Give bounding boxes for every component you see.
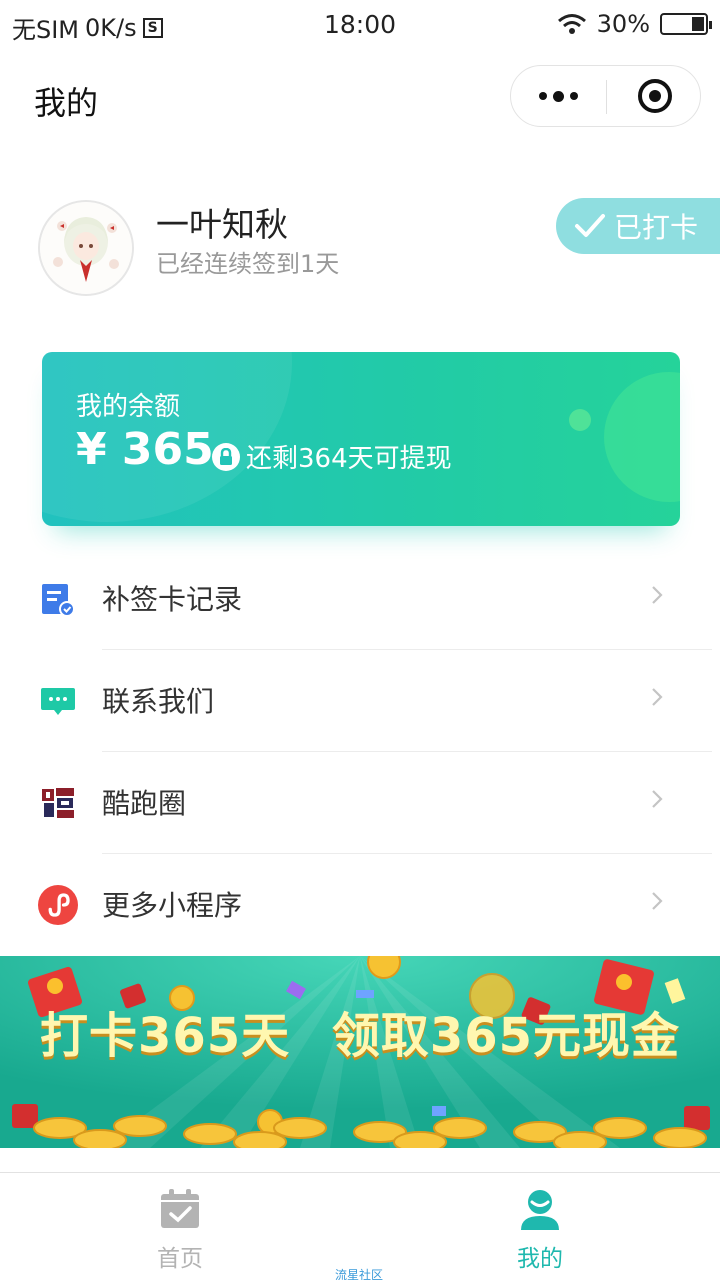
menu-item-contact-us[interactable]: 联系我们: [0, 650, 720, 752]
tab-mine[interactable]: 我的: [360, 1173, 720, 1280]
balance-amount: ¥ 365: [76, 424, 214, 475]
checked-in-button[interactable]: 已打卡: [556, 198, 720, 254]
withdraw-note: 还剩364天可提现: [212, 438, 452, 475]
menu-label: 补签卡记录: [102, 583, 243, 616]
user-name: 一叶知秋: [156, 205, 288, 244]
battery-percent: 30%: [596, 10, 650, 38]
page-title: 我的: [34, 84, 99, 122]
chevron-right-icon: [652, 586, 663, 604]
menu-item-more-mini-programs[interactable]: 更多小程序: [0, 854, 720, 956]
target-icon: [637, 79, 672, 113]
avatar-illustration: [40, 202, 132, 294]
dot-icon: [570, 92, 578, 100]
tab-mine-label: 我的: [517, 1246, 563, 1272]
bottom-tab-bar: 首页 我的: [0, 1172, 720, 1280]
lock-icon: [212, 442, 240, 471]
chevron-right-icon: [652, 790, 663, 808]
calendar-check-icon: [161, 1189, 199, 1228]
chat-icon: [41, 688, 75, 715]
decor-circle: [604, 372, 680, 502]
status-bar: 无SIM 0K/s S 18:00 30%: [0, 0, 720, 50]
withdraw-note-text: 还剩364天可提现: [246, 444, 452, 474]
banner-headline: 打卡365天 领取365元现金: [39, 1008, 681, 1064]
dot-icon: [539, 92, 547, 100]
menu-item-makeup-card-records[interactable]: 补签卡记录: [0, 548, 720, 650]
document-icon: [42, 584, 75, 617]
user-icon: [521, 1190, 559, 1230]
checked-in-label: 已打卡: [614, 211, 699, 244]
status-right: 30%: [557, 10, 712, 38]
mini-program-capsule: [510, 65, 701, 127]
chevron-right-icon: [652, 892, 663, 910]
battery-level: [692, 17, 704, 31]
menu-label: 更多小程序: [102, 889, 243, 922]
more-button[interactable]: [511, 66, 606, 126]
run-logo-icon: [42, 788, 74, 818]
tab-home-label: 首页: [157, 1246, 203, 1272]
dot-icon: [553, 90, 564, 102]
menu-item-kupaoquan[interactable]: 酷跑圈: [0, 752, 720, 854]
avatar[interactable]: [38, 200, 134, 296]
battery-icon: [660, 13, 712, 35]
sign-streak-text: 已经连续签到1天: [156, 250, 340, 278]
miniprogram-icon: [38, 885, 78, 925]
menu-label: 酷跑圈: [102, 787, 187, 820]
menu-label: 联系我们: [102, 685, 215, 718]
wifi-icon: [557, 14, 586, 34]
chevron-right-icon: [652, 688, 663, 706]
decor-circle: [569, 409, 591, 431]
balance-label: 我的余额: [76, 392, 181, 422]
balance-card[interactable]: 我的余额 ¥ 365 还剩364天可提现: [42, 352, 680, 526]
close-button[interactable]: [607, 66, 702, 126]
promo-banner[interactable]: 打卡365天 领取365元现金: [0, 956, 720, 1148]
watermark-text: 流星社区: [335, 1268, 384, 1280]
check-icon: [575, 214, 605, 237]
tab-home[interactable]: 首页: [0, 1173, 360, 1280]
